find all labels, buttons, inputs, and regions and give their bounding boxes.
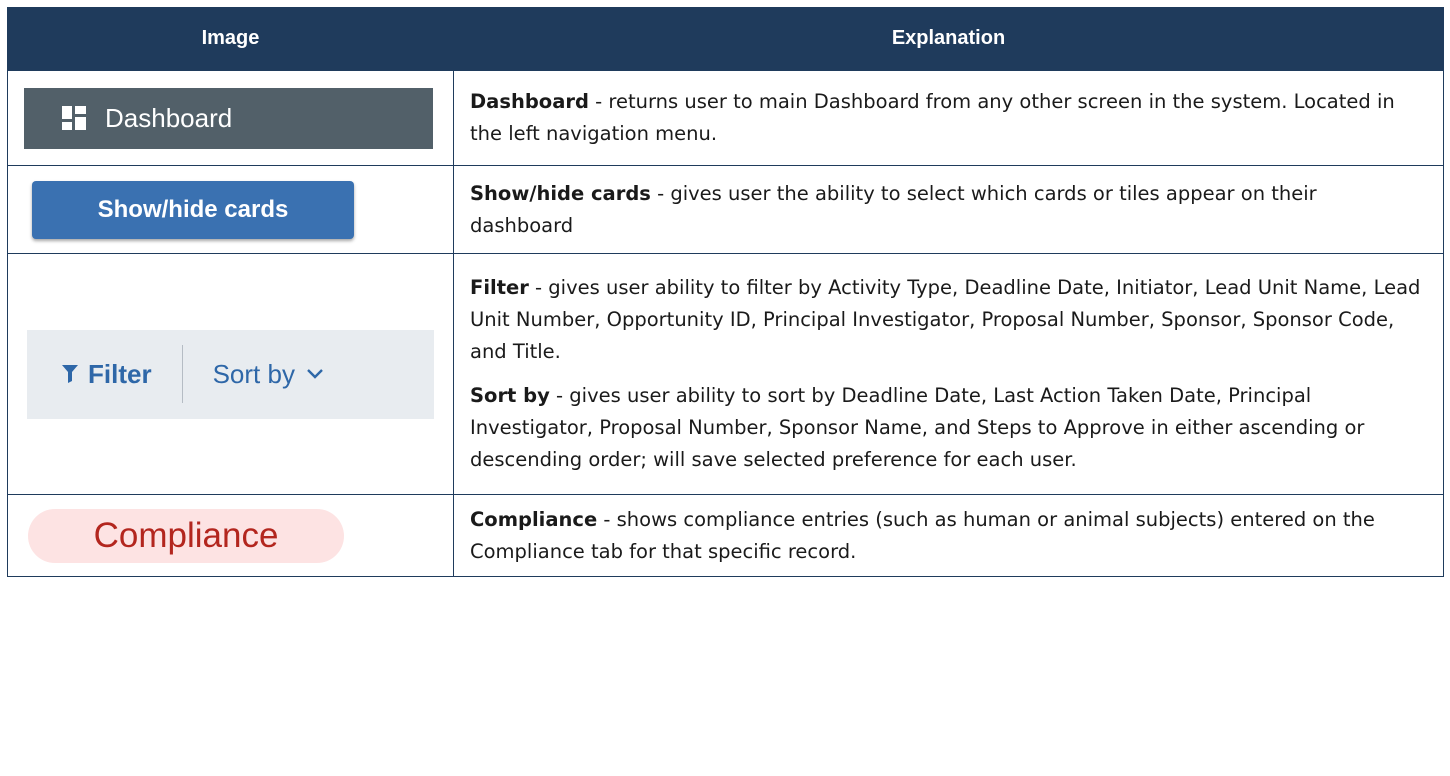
description: - gives user ability to filter by Activi… xyxy=(470,276,1421,363)
explanation-cell: Filter - gives user ability to filter by… xyxy=(453,253,1444,495)
image-cell: Show/hide cards xyxy=(7,165,454,254)
image-cell: Compliance xyxy=(7,494,454,577)
explanation-text: Sort by - gives user ability to sort by … xyxy=(470,380,1425,476)
sort-by-dropdown[interactable]: Sort by xyxy=(213,359,323,390)
image-cell: Filter Sort by xyxy=(7,253,454,495)
table-row: Compliance Compliance - shows compliance… xyxy=(7,494,1444,577)
term: Dashboard xyxy=(470,90,589,113)
image-cell: Dashboard xyxy=(7,70,454,166)
description: - gives user ability to sort by Deadline… xyxy=(470,384,1365,471)
explanation-text: Show/hide cards - gives user the ability… xyxy=(470,178,1425,242)
header-image: Image xyxy=(7,7,454,71)
table-row: Show/hide cards Show/hide cards - gives … xyxy=(7,165,1444,254)
sort-label: Sort by xyxy=(212,358,295,389)
table-row: Dashboard Dashboard - returns user to ma… xyxy=(7,70,1444,166)
divider xyxy=(181,345,183,403)
funnel-icon xyxy=(62,365,78,383)
dashboard-label: Dashboard xyxy=(105,102,233,133)
compliance-badge: Compliance xyxy=(28,508,344,563)
explanation-text: Filter - gives user ability to filter by… xyxy=(470,272,1425,368)
explanation-text: Dashboard - returns user to main Dashboa… xyxy=(470,86,1425,150)
dashboard-nav-sample[interactable]: Dashboard xyxy=(24,87,433,149)
explanation-cell: Dashboard - returns user to main Dashboa… xyxy=(453,70,1444,166)
chevron-down-icon xyxy=(307,369,323,379)
table-row: Filter Sort by Filter - gives user abili… xyxy=(7,253,1444,495)
description: - shows compliance entries (such as huma… xyxy=(470,507,1375,563)
explanation-cell: Show/hide cards - gives user the ability… xyxy=(453,165,1444,254)
show-hide-cards-button[interactable]: Show/hide cards xyxy=(32,180,354,239)
description: - returns user to main Dashboard from an… xyxy=(470,90,1395,145)
header-explanation: Explanation xyxy=(453,7,1444,71)
term: Show/hide cards xyxy=(470,181,651,205)
filter-button[interactable]: Filter xyxy=(62,359,152,390)
term: Filter xyxy=(470,276,529,299)
filter-label: Filter xyxy=(88,358,152,389)
term: Sort by xyxy=(470,384,550,407)
filter-sort-bar: Filter Sort by xyxy=(27,329,434,419)
dashboard-grid-icon xyxy=(62,106,86,130)
term: Compliance xyxy=(470,507,598,531)
explanation-text: Compliance - shows compliance entries (s… xyxy=(470,504,1425,568)
header-row: Image Explanation xyxy=(7,7,1444,71)
explanation-table: Image Explanation Dashboard Dashboard - … xyxy=(7,7,1444,577)
explanation-cell: Compliance - shows compliance entries (s… xyxy=(453,494,1444,577)
